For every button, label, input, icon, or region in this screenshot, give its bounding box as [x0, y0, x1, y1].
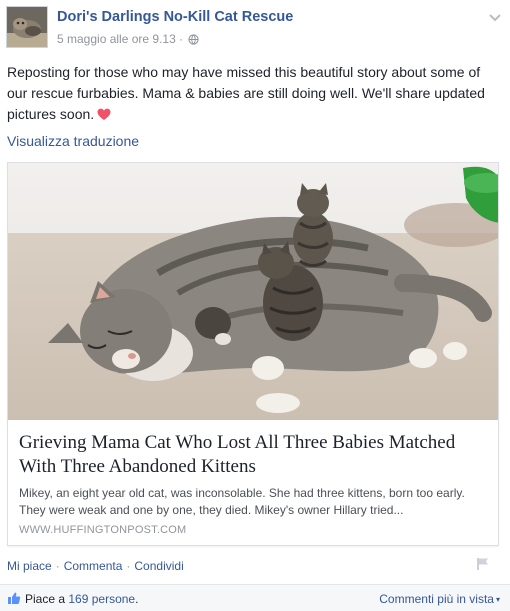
flag-icon[interactable] [476, 557, 490, 571]
see-translation-link[interactable]: Visualizza traduzione [7, 133, 139, 149]
feed-post: Dori's Darlings No-Kill Cat Rescue 5 mag… [0, 0, 510, 611]
link-description: Mikey, an eight year old cat, was incons… [19, 486, 465, 517]
sort-label: Commenti più in vista [379, 592, 494, 606]
likes-suffix: . [135, 592, 139, 606]
heart-icon [97, 106, 111, 127]
chevron-down-icon[interactable] [488, 10, 502, 22]
post-message-text: Reposting for those who may have missed … [7, 64, 485, 122]
page-name-link[interactable]: Dori's Darlings No-Kill Cat Rescue [57, 9, 293, 25]
comment-sort-dropdown[interactable]: Commenti più in vista ▾ [379, 592, 500, 606]
link-title[interactable]: Grieving Mama Cat Who Lost All Three Bab… [19, 431, 489, 479]
link-preview-image[interactable] [8, 163, 498, 420]
like-button[interactable]: Mi piace [7, 559, 52, 573]
likes-count-link[interactable]: 169 persone [68, 592, 135, 606]
post-timestamp[interactable]: 5 maggio alle ore 9.13 [57, 32, 176, 46]
link-preview-card[interactable]: Grieving Mama Cat Who Lost All Three Bab… [7, 162, 499, 546]
link-domain: WWW.HUFFINGTONPOST.COM [19, 524, 187, 536]
post-header: Dori's Darlings No-Kill Cat Rescue 5 mag… [6, 6, 506, 52]
action-separator: · [55, 559, 60, 573]
meta-separator: · [179, 32, 184, 46]
post-actions: Mi piace · Commenta · Condividi [7, 559, 184, 573]
post-meta: 5 maggio alle ore 9.13 · [57, 32, 200, 48]
likes-prefix: Piace a [25, 592, 66, 606]
comment-button[interactable]: Commenta [64, 559, 123, 573]
share-button[interactable]: Condividi [134, 559, 183, 573]
page-avatar[interactable] [6, 6, 48, 48]
post-message: Reposting for those who may have missed … [7, 62, 503, 127]
thumbs-up-icon [7, 591, 21, 605]
likes-summary-bar: Piace a 169 persone. Commenti più in vis… [0, 584, 510, 611]
action-separator: · [126, 559, 131, 573]
likes-text: Piace a 169 persone. [25, 592, 138, 606]
globe-icon[interactable] [188, 34, 200, 48]
caret-down-icon: ▾ [495, 595, 500, 604]
